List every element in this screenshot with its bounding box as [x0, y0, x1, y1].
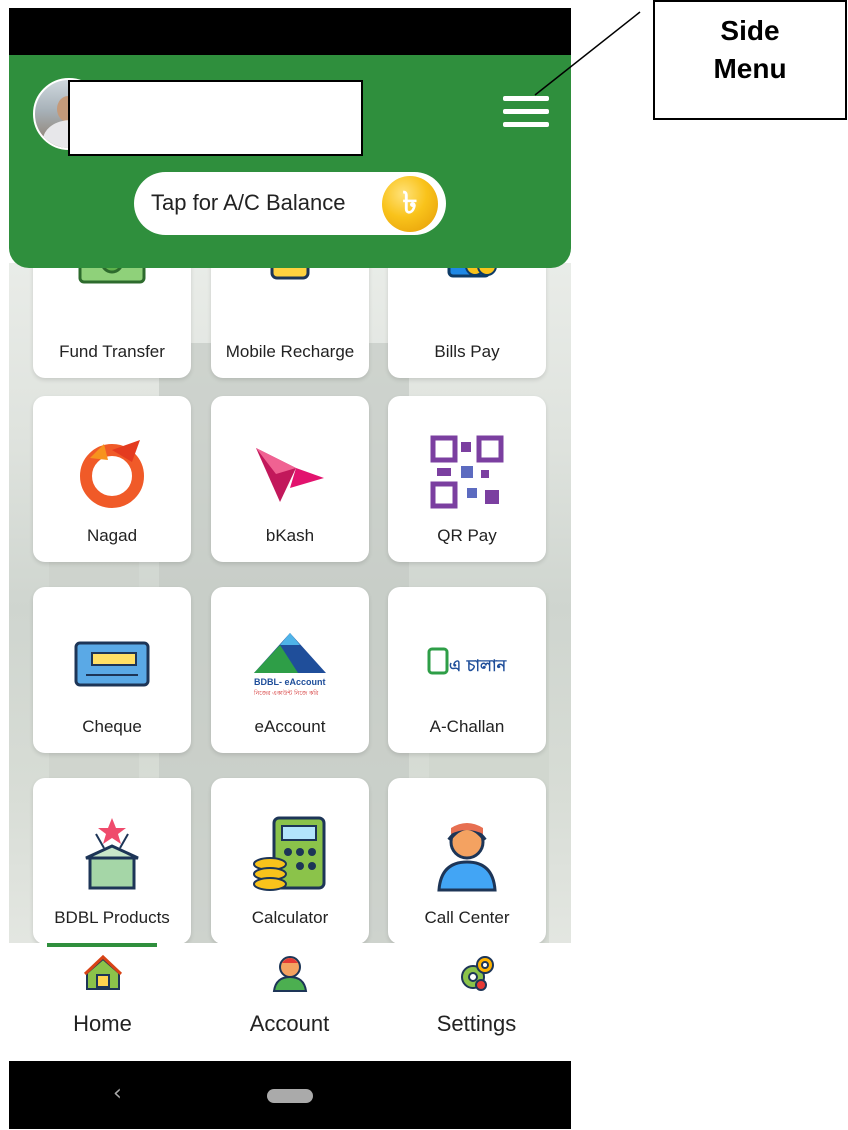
- taka-coin-icon: ৳: [382, 176, 438, 232]
- balance-button[interactable]: Tap for A/C Balance ৳: [134, 172, 446, 235]
- redacted-username: [68, 80, 363, 156]
- hamburger-menu-icon[interactable]: [503, 96, 549, 128]
- bkash-bird-icon: [256, 448, 324, 502]
- service-label: eAccount: [254, 717, 326, 736]
- service-bdbl-products[interactable]: BDBL Products: [33, 778, 191, 944]
- service-label: Bills Pay: [434, 342, 500, 361]
- service-a-challan[interactable]: এ চালান A-Challan: [388, 587, 546, 753]
- service-label: Nagad: [86, 526, 138, 545]
- service-label: A-Challan: [429, 717, 505, 736]
- callout-pointer-line: [534, 11, 641, 96]
- tab-label: Settings: [436, 1011, 517, 1036]
- side-menu-callout: Side Menu: [653, 0, 847, 120]
- service-label: Call Center: [424, 908, 510, 927]
- svg-text:এ চালান: এ চালান: [449, 656, 507, 675]
- system-navigation-bar: ‹: [9, 1061, 571, 1129]
- gears-icon: [461, 956, 494, 991]
- service-cheque[interactable]: Cheque: [33, 587, 191, 753]
- back-icon[interactable]: ‹: [113, 1081, 122, 1106]
- service-eaccount[interactable]: BDBL- eAccount নিজের একাউন্ট নিজে করি eA…: [211, 587, 369, 753]
- tab-label: Account: [249, 1011, 330, 1036]
- gift-box-icon: [85, 818, 139, 890]
- service-bkash[interactable]: bKash: [211, 396, 369, 562]
- service-label: Mobile Recharge: [225, 342, 355, 361]
- service-label: Cheque: [82, 717, 142, 736]
- tab-settings[interactable]: Settings: [383, 943, 570, 1063]
- eaccount-logo-icon: BDBL- eAccount নিজের একাউন্ট নিজে করি: [253, 633, 326, 697]
- nagad-logo-icon: [80, 440, 144, 508]
- svg-text:নিজের একাউন্ট নিজে করি: নিজের একাউন্ট নিজে করি: [253, 689, 319, 697]
- balance-label: Tap for A/C Balance: [151, 190, 346, 215]
- tab-account[interactable]: Account: [196, 943, 383, 1063]
- service-call-center[interactable]: Call Center: [388, 778, 546, 944]
- headset-agent-icon: [437, 823, 497, 892]
- service-nagad[interactable]: Nagad: [33, 396, 191, 562]
- service-label: Calculator: [251, 908, 329, 927]
- home-icon: [83, 954, 123, 990]
- tab-label: Home: [73, 1011, 132, 1036]
- service-calculator[interactable]: Calculator: [211, 778, 369, 944]
- service-label: bKash: [265, 526, 315, 545]
- service-label: QR Pay: [437, 526, 497, 545]
- phone-screen: Fund Transfer Mobile Recharge Bills Pay …: [9, 8, 571, 1129]
- cheque-icon: [74, 641, 150, 687]
- svg-text:BDBL- eAccount: BDBL- eAccount: [254, 677, 326, 687]
- qr-code-icon: [430, 435, 504, 509]
- a-challan-logo-icon: এ চালান: [427, 647, 507, 675]
- service-qr-pay[interactable]: QR Pay: [388, 396, 546, 562]
- app-header: Tap for A/C Balance ৳: [9, 55, 571, 268]
- callout-line-2: Menu: [713, 53, 787, 84]
- bottom-navigation: Home Account Settings: [9, 943, 571, 1063]
- service-label: Fund Transfer: [59, 342, 165, 361]
- calculator-coins-icon: [253, 816, 326, 891]
- tab-home[interactable]: Home: [9, 943, 196, 1063]
- status-bar: [9, 8, 571, 55]
- user-icon: [272, 956, 308, 992]
- service-label: BDBL Products: [54, 908, 170, 927]
- callout-line-1: Side: [720, 15, 780, 46]
- home-pill-button[interactable]: [267, 1089, 313, 1103]
